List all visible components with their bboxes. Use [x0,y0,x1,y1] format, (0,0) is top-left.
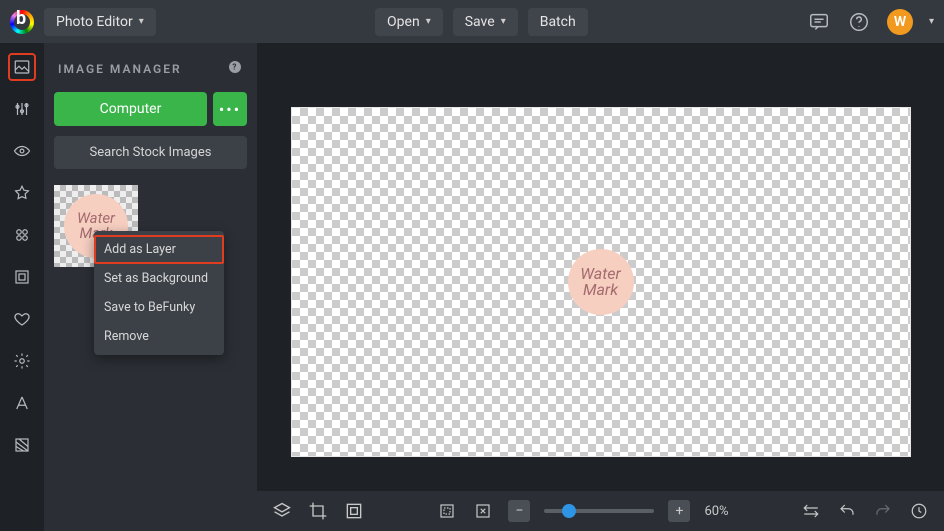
canvas-resize-icon[interactable] [343,500,365,522]
star-tab[interactable] [8,179,36,207]
app-mode-label: Photo Editor [56,14,133,30]
svg-text:?: ? [232,63,237,72]
frame-tab[interactable] [8,263,36,291]
chevron-down-icon: ▾ [501,16,506,27]
zoom-in-button[interactable]: + [668,500,690,522]
compare-icon[interactable] [800,500,822,522]
crop-icon[interactable] [307,500,329,522]
search-stock-button[interactable]: Search Stock Images [54,136,247,169]
layers-icon[interactable] [271,500,293,522]
eye-tab[interactable] [8,137,36,165]
app-logo [10,10,34,34]
canvas[interactable]: Water Mark [291,107,911,457]
thumbnail-context-menu: Add as Layer Set as Background Save to B… [94,231,224,355]
account-chevron-down-icon[interactable]: ▾ [929,16,934,27]
shapes-tab[interactable] [8,221,36,249]
fit-screen-icon[interactable] [436,500,458,522]
canvas-viewport[interactable]: Water Mark [257,43,944,491]
app-mode-dropdown[interactable]: Photo Editor ▾ [44,8,156,36]
more-sources-button[interactable]: ••• [213,92,247,126]
adjust-tab[interactable] [8,95,36,123]
computer-upload-button[interactable]: Computer [54,92,207,126]
zoom-percent-label: 60% [704,504,728,519]
canvas-watermark-layer[interactable]: Water Mark [568,249,634,315]
tool-rail [0,43,44,531]
zoom-out-button[interactable]: − [508,500,530,522]
chevron-down-icon: ▾ [426,16,431,27]
redo-icon[interactable] [872,500,894,522]
menu-remove[interactable]: Remove [94,322,224,351]
text-tab[interactable] [8,389,36,417]
batch-button[interactable]: Batch [528,8,588,36]
open-button[interactable]: Open▾ [375,8,443,36]
menu-set-as-background[interactable]: Set as Background [94,264,224,293]
menu-save-to-befunky[interactable]: Save to BeFunky [94,293,224,322]
top-bar: Photo Editor ▾ Open▾ Save▾ Batch W ▾ [0,0,944,43]
comments-icon[interactable] [807,10,831,34]
zoom-slider[interactable] [544,509,654,513]
image-manager-tab[interactable] [8,53,36,81]
save-button[interactable]: Save▾ [453,8,518,36]
undo-icon[interactable] [836,500,858,522]
bottom-bar: − + 60% [257,491,944,531]
panel-title: IMAGE MANAGER [58,62,182,76]
avatar[interactable]: W [887,9,913,35]
history-icon[interactable] [908,500,930,522]
texture-tab[interactable] [8,431,36,459]
gear-tab[interactable] [8,347,36,375]
help-icon[interactable] [847,10,871,34]
menu-add-as-layer[interactable]: Add as Layer [94,235,224,264]
actual-size-icon[interactable] [472,500,494,522]
panel-help-icon[interactable]: ? [227,59,243,78]
chevron-down-icon: ▾ [139,16,144,27]
heart-tab[interactable] [8,305,36,333]
image-manager-panel: IMAGE MANAGER ? Computer ••• Search Stoc… [44,43,257,531]
